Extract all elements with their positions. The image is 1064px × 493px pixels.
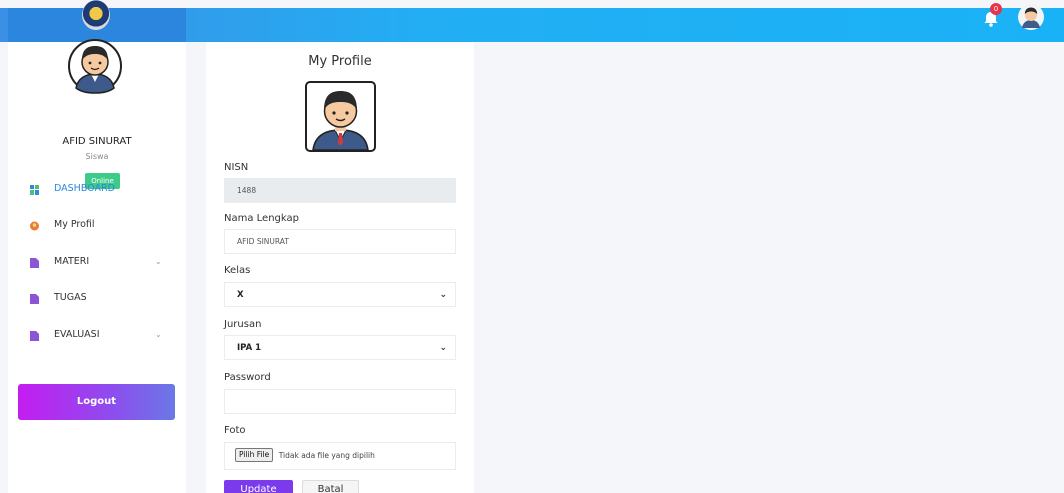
nisn-field: 1488 — [224, 178, 456, 203]
profile-avatar — [68, 39, 122, 94]
school-logo-icon[interactable] — [82, 0, 110, 30]
profile-card: My Profile NISN 1488 Nama Lengkap AFID S… — [206, 42, 474, 493]
password-label: Password — [224, 372, 271, 383]
sidebar-item-materi[interactable]: MATERI ⌄ — [8, 251, 186, 275]
document-icon — [30, 331, 39, 341]
kelas-value: X — [237, 290, 244, 300]
foto-file-input[interactable]: Pilih File Tidak ada file yang dipilih — [224, 442, 456, 470]
sidebar-item-dashboard[interactable]: DASHBOARD — [8, 178, 186, 202]
file-status: Tidak ada file yang dipilih — [278, 451, 375, 460]
sidebar: AFID SINURAT Siswa Online DASHBOARD My P… — [8, 39, 186, 493]
profile-photo — [305, 81, 376, 152]
document-icon — [30, 294, 39, 304]
chevron-down-icon: ⌄ — [439, 290, 447, 300]
sidebar-item-label: MATERI — [54, 256, 90, 267]
page-title: My Profile — [308, 54, 372, 69]
student-avatar-icon — [312, 91, 369, 150]
sidebar-item-label: TUGAS — [54, 292, 87, 303]
sidebar-item-evaluasi[interactable]: EVALUASI ⌄ — [8, 324, 186, 348]
update-button[interactable]: Update — [224, 480, 293, 493]
user-name: AFID SINURAT — [62, 136, 132, 147]
nama-label: Nama Lengkap — [224, 213, 299, 224]
chevron-down-icon: ⌄ — [439, 343, 447, 353]
sidebar-item-label: EVALUASI — [54, 329, 100, 340]
profile-icon — [30, 221, 39, 231]
sidebar-item-label: My Profil — [54, 219, 95, 230]
password-field[interactable] — [224, 389, 456, 414]
jurusan-value: IPA 1 — [237, 343, 262, 353]
jurusan-select[interactable]: IPA 1 ⌄ — [224, 335, 456, 360]
sidebar-item-label: DASHBOARD — [54, 183, 115, 194]
nama-lengkap-field[interactable]: AFID SINURAT — [224, 229, 456, 254]
nisn-label: NISN — [224, 162, 249, 173]
chevron-down-icon: ⌄ — [155, 330, 162, 339]
chevron-down-icon: ⌄ — [155, 257, 162, 266]
dashboard-icon — [30, 185, 39, 195]
sidebar-item-tugas[interactable]: TUGAS — [8, 287, 186, 311]
kelas-label: Kelas — [224, 265, 251, 276]
document-icon — [30, 258, 39, 268]
logout-button[interactable]: Logout — [18, 384, 175, 420]
choose-file-button[interactable]: Pilih File — [235, 448, 274, 462]
notification-badge: 0 — [990, 3, 1002, 15]
user-avatar-icon[interactable] — [1018, 4, 1044, 30]
user-role: Siswa — [85, 152, 109, 161]
kelas-select[interactable]: X ⌄ — [224, 282, 456, 307]
sidebar-item-my-profil[interactable]: My Profil — [8, 214, 186, 238]
jurusan-label: Jurusan — [224, 319, 262, 330]
foto-label: Foto — [224, 425, 246, 436]
batal-button[interactable]: Batal — [302, 480, 359, 493]
